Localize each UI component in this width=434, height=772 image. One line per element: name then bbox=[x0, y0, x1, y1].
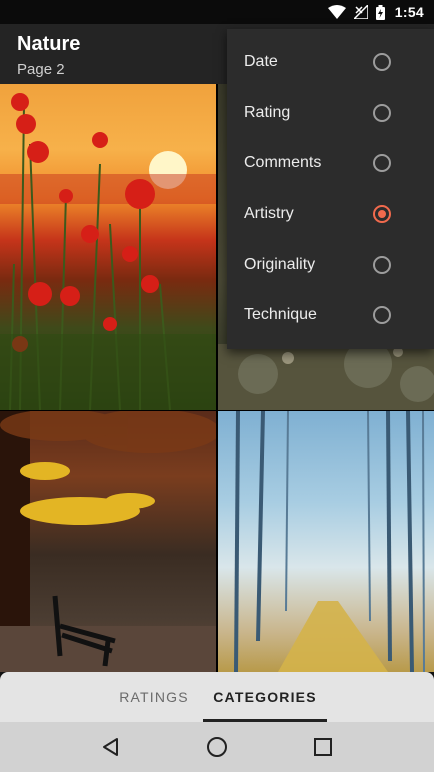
status-time: 1:54 bbox=[394, 4, 424, 20]
radio-button[interactable] bbox=[373, 154, 391, 172]
poppies-sunset-photo[interactable] bbox=[0, 84, 216, 410]
radio-button[interactable] bbox=[373, 53, 391, 71]
autumn-bench-photo[interactable] bbox=[0, 411, 216, 672]
no-signal-icon bbox=[353, 5, 368, 19]
sort-option-label: Originality bbox=[244, 256, 316, 273]
tab-categories[interactable]: CATEGORIES bbox=[203, 672, 327, 722]
radio-button[interactable] bbox=[373, 306, 391, 324]
radio-button[interactable] bbox=[373, 256, 391, 274]
sort-option-comments[interactable]: Comments bbox=[227, 139, 434, 189]
sort-option-rating[interactable]: Rating bbox=[227, 89, 434, 139]
sort-option-label: Technique bbox=[244, 306, 317, 323]
battery-charging-icon bbox=[375, 4, 385, 20]
home-icon bbox=[207, 737, 227, 757]
page-subtitle: Page 2 bbox=[17, 61, 65, 78]
misty-forest-path-photo[interactable] bbox=[218, 411, 434, 672]
page-title: Nature bbox=[17, 33, 81, 55]
tab-ratings[interactable]: RATINGS bbox=[104, 672, 204, 722]
sort-option-label: Rating bbox=[244, 104, 291, 121]
sort-option-originality[interactable]: Originality bbox=[227, 241, 434, 291]
home-button[interactable] bbox=[202, 732, 232, 762]
bottom-tabs: RATINGS CATEGORIES bbox=[0, 672, 434, 722]
sort-option-technique[interactable]: Technique bbox=[227, 291, 434, 341]
navigation-bar bbox=[0, 722, 434, 772]
recents-icon bbox=[314, 738, 332, 756]
recents-button[interactable] bbox=[308, 732, 338, 762]
sort-menu: Date Rating Comments Artistry Originalit… bbox=[227, 29, 434, 349]
sort-option-artistry[interactable]: Artistry bbox=[227, 190, 434, 240]
back-button[interactable] bbox=[96, 732, 126, 762]
back-icon bbox=[103, 738, 118, 756]
sort-option-label: Date bbox=[244, 53, 278, 70]
status-bar: 1:54 bbox=[0, 0, 434, 24]
sort-option-date[interactable]: Date bbox=[227, 38, 434, 88]
radio-button-selected[interactable] bbox=[373, 205, 391, 223]
wifi-icon bbox=[327, 5, 346, 19]
radio-button[interactable] bbox=[373, 104, 391, 122]
sort-option-label: Artistry bbox=[244, 205, 294, 222]
sort-option-label: Comments bbox=[244, 154, 322, 171]
